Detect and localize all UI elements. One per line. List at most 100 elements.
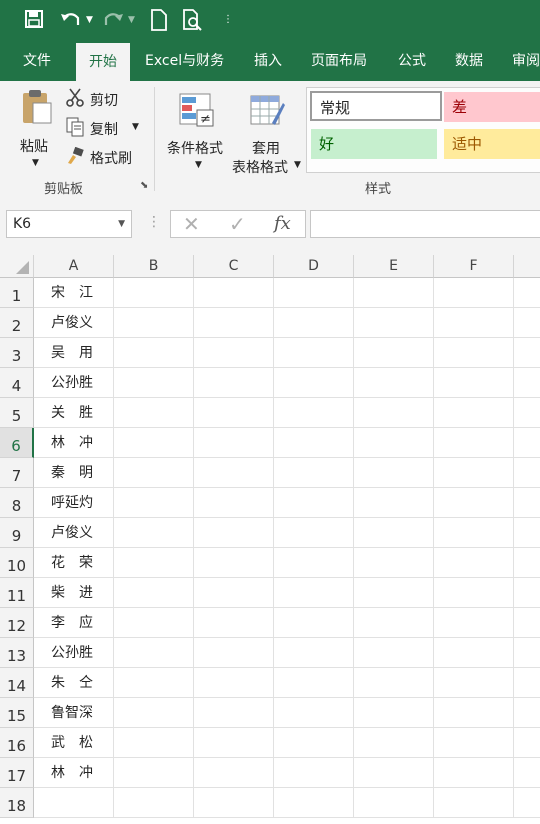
cell[interactable] [354,698,434,728]
cell-a[interactable]: 公孙胜 [34,368,114,398]
cell[interactable] [114,398,194,428]
cell[interactable] [194,608,274,638]
row-header[interactable]: 15 [0,698,34,728]
undo-dropdown-icon[interactable]: ▼ [86,9,93,31]
cell-a[interactable]: 柴 进 [34,578,114,608]
copy-button[interactable]: 复制 ▼ [64,116,144,140]
cell[interactable] [274,338,354,368]
cell[interactable] [114,698,194,728]
cell[interactable] [514,518,540,548]
row-header[interactable]: 18 [0,788,34,818]
name-box[interactable]: K6 ▼ [6,210,132,238]
cell[interactable] [514,788,540,818]
cell[interactable] [514,698,540,728]
cell[interactable] [354,518,434,548]
cell[interactable] [434,608,514,638]
cell[interactable] [114,308,194,338]
style-neutral[interactable]: 适中 [444,129,540,159]
cell-a[interactable]: 卢俊义 [34,308,114,338]
cell-a[interactable]: 林 冲 [34,428,114,458]
cell[interactable] [354,548,434,578]
cell[interactable] [514,398,540,428]
column-header-a[interactable]: A [34,255,114,278]
cell[interactable] [354,668,434,698]
style-normal[interactable]: 常规 [310,91,442,121]
cell[interactable] [514,608,540,638]
save-icon[interactable] [24,9,44,35]
tab-review[interactable]: 审阅 [512,42,540,81]
cell[interactable] [354,728,434,758]
cell[interactable] [274,428,354,458]
cell[interactable] [354,338,434,368]
cell[interactable] [194,728,274,758]
cell[interactable] [354,788,434,818]
row-header[interactable]: 16 [0,728,34,758]
cell[interactable] [194,668,274,698]
cell[interactable] [434,758,514,788]
select-all-button[interactable] [0,255,34,278]
cell[interactable] [114,518,194,548]
row-header[interactable]: 3 [0,338,34,368]
cell[interactable] [434,398,514,428]
format-as-table-button[interactable]: 套用 表格格式 ▼ [232,87,304,176]
cell[interactable] [114,608,194,638]
cell[interactable] [114,638,194,668]
cell[interactable] [274,308,354,338]
row-header[interactable]: 8 [0,488,34,518]
cell[interactable] [514,548,540,578]
cell-a[interactable]: 武 松 [34,728,114,758]
redo-icon[interactable] [102,9,124,35]
row-header[interactable]: 1 [0,278,34,308]
paste-button[interactable]: 粘贴 ▼ [14,87,58,169]
cell[interactable] [274,578,354,608]
cell[interactable] [114,428,194,458]
cell[interactable] [434,788,514,818]
cell[interactable] [194,458,274,488]
cell[interactable] [354,308,434,338]
row-header[interactable]: 7 [0,458,34,488]
row-header[interactable]: 2 [0,308,34,338]
cell[interactable] [434,458,514,488]
cell[interactable] [274,788,354,818]
redo-dropdown-icon[interactable]: ▼ [128,9,135,31]
cell[interactable] [194,518,274,548]
style-good[interactable]: 好 [311,129,437,159]
cell[interactable] [194,278,274,308]
cell-a[interactable]: 朱 仝 [34,668,114,698]
row-header[interactable]: 9 [0,518,34,548]
cell[interactable] [434,638,514,668]
cell[interactable] [114,458,194,488]
cell-a[interactable]: 宋 江 [34,278,114,308]
cell[interactable] [514,458,540,488]
cell[interactable] [194,488,274,518]
cell[interactable] [114,578,194,608]
cell[interactable] [514,278,540,308]
cell[interactable] [434,548,514,578]
print-preview-icon[interactable] [182,9,204,37]
cell[interactable] [114,758,194,788]
cell[interactable] [514,758,540,788]
cell-a[interactable]: 关 胜 [34,398,114,428]
column-header-c[interactable]: C [194,255,274,278]
cell[interactable] [274,458,354,488]
row-header[interactable]: 12 [0,608,34,638]
formula-bar-grip-icon[interactable]: ⋮ [147,214,161,230]
tab-home[interactable]: 开始 [76,43,130,81]
column-header-g[interactable] [514,255,540,278]
cell[interactable] [354,398,434,428]
tab-formulas[interactable]: 公式 [398,42,426,81]
cell[interactable] [274,698,354,728]
cell[interactable] [194,398,274,428]
clipboard-launcher-icon[interactable]: ⬊ [140,180,148,191]
cell[interactable] [114,728,194,758]
cut-button[interactable]: 剪切 [64,87,144,111]
cell-a[interactable]: 鲁智深 [34,698,114,728]
customize-quick-access-icon[interactable]: ⋮ [223,9,233,31]
cell[interactable] [434,668,514,698]
cell[interactable] [274,728,354,758]
cell[interactable] [434,578,514,608]
cell[interactable] [434,278,514,308]
column-header-b[interactable]: B [114,255,194,278]
cell[interactable] [514,728,540,758]
cell[interactable] [514,488,540,518]
